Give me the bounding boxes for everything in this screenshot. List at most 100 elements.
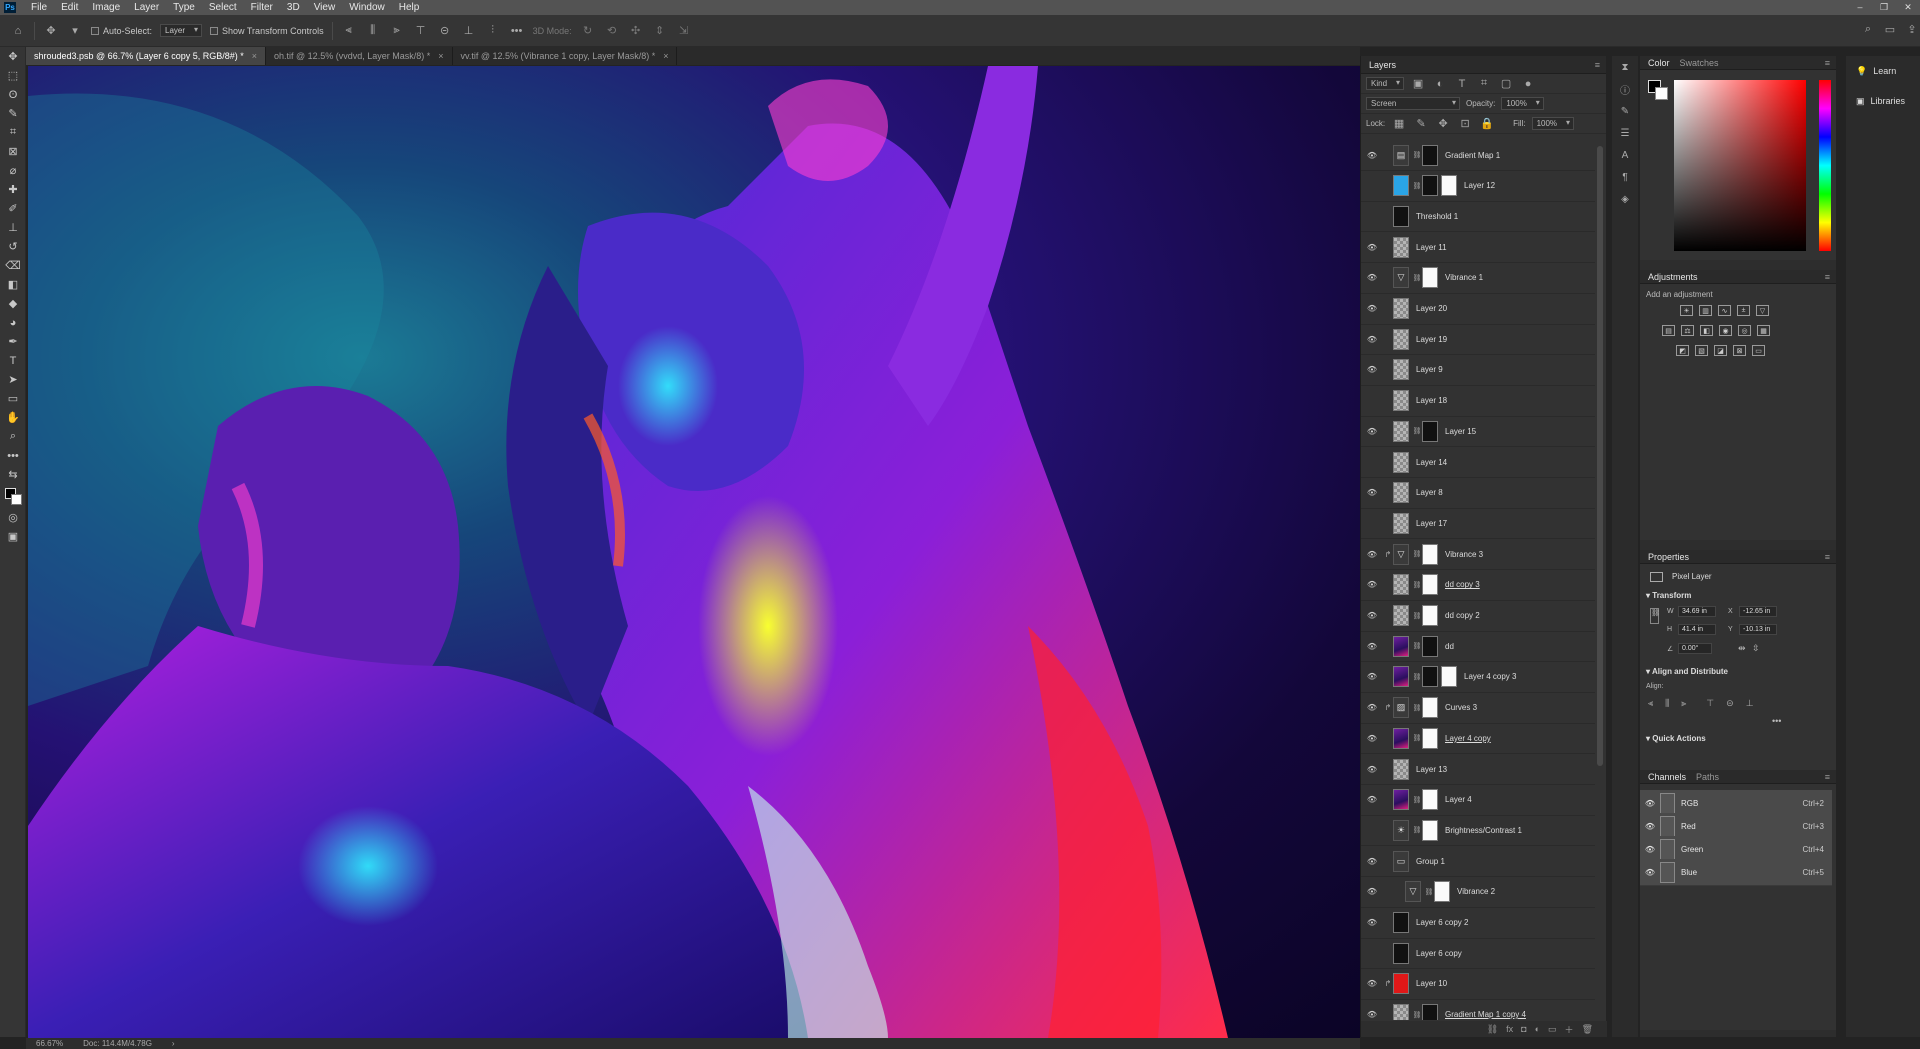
brightness-icon[interactable]: ☀ — [1680, 305, 1693, 316]
visibility-eye-icon[interactable]: 👁 — [1361, 918, 1383, 927]
layer-row[interactable]: 👁 Layer 11 — [1361, 232, 1595, 264]
fill-input[interactable]: 100% — [1531, 117, 1575, 130]
visibility-eye-icon[interactable]: 👁 — [1361, 365, 1383, 374]
adjustment-layer-icon[interactable]: ▽ — [1393, 267, 1409, 289]
flip-vertical-icon[interactable]: ⇳ — [1752, 643, 1760, 654]
hue-slider[interactable] — [1819, 80, 1831, 251]
layer-mask-thumbnail[interactable] — [1422, 789, 1438, 811]
layer-name[interactable]: Layer 11 — [1416, 243, 1447, 252]
y-input[interactable]: -10.13 in — [1739, 624, 1777, 635]
layer-mask-thumbnail[interactable] — [1422, 267, 1438, 289]
tab-layers[interactable]: Layers — [1369, 60, 1396, 70]
layer-name[interactable]: Layer 13 — [1416, 765, 1447, 774]
opacity-input[interactable]: 100% — [1501, 97, 1544, 110]
menu-filter[interactable]: Filter — [244, 2, 280, 13]
width-input[interactable]: 34.69 in — [1678, 606, 1716, 617]
visibility-eye-icon[interactable]: 👁 — [1361, 979, 1383, 988]
mask-link-icon[interactable]: ⛓ — [1412, 274, 1422, 282]
shape-tool-icon[interactable]: ▭ — [0, 389, 26, 408]
layer-thumbnail[interactable] — [1393, 1004, 1409, 1020]
layer-mask-thumbnail[interactable] — [1422, 144, 1438, 166]
align-top-icon[interactable]: ⊤ — [1706, 698, 1714, 709]
mask-link-icon[interactable]: ⛓ — [1412, 642, 1422, 650]
align-left-icon[interactable]: ⫷ — [341, 24, 357, 37]
auto-select-checkbox[interactable]: Auto-Select: — [91, 26, 152, 36]
roll-icon[interactable]: ⟲ — [604, 24, 620, 37]
layer-name[interactable]: Layer 9 — [1416, 365, 1443, 374]
layer-row[interactable]: 👁 ⛓ dd — [1361, 631, 1595, 663]
layer-row[interactable]: Layer 18 — [1361, 386, 1595, 417]
shape-filter-icon[interactable]: ⌗ — [1476, 77, 1492, 90]
share-icon[interactable]: ⇪ — [1904, 23, 1920, 36]
new-group-icon[interactable]: ▭ — [1548, 1024, 1557, 1035]
align-top-icon[interactable]: ⊤ — [413, 24, 429, 37]
chevron-right-icon[interactable]: › — [172, 1039, 175, 1048]
layer-name[interactable]: dd copy 3 — [1445, 580, 1480, 589]
folder-icon[interactable]: ▭ — [1393, 850, 1409, 872]
scrollbar[interactable] — [1597, 146, 1603, 766]
layer-row[interactable]: 👁 ⛓ Layer 4 copy 3 — [1361, 662, 1595, 693]
tab-swatches[interactable]: Swatches — [1680, 58, 1719, 68]
menu-file[interactable]: File — [24, 2, 54, 13]
panel-menu-icon[interactable]: ≡ — [1595, 60, 1600, 70]
layer-mask-thumbnail[interactable] — [1422, 543, 1438, 565]
layer-row[interactable]: 👁 ⛓ dd copy 3 — [1361, 570, 1595, 601]
layer-thumbnail[interactable] — [1393, 205, 1409, 227]
visibility-eye-icon[interactable]: 👁 — [1361, 857, 1383, 866]
layer-row[interactable]: 👁 Layer 8 — [1361, 478, 1595, 509]
layer-row[interactable]: Threshold 1 — [1361, 201, 1595, 233]
adjust-sliders-icon[interactable]: ☰ — [1612, 122, 1638, 144]
black-white-icon[interactable]: ◧ — [1700, 325, 1713, 336]
move-tool-icon[interactable]: ✥ — [0, 47, 26, 66]
marquee-tool-icon[interactable]: ⬚ — [0, 66, 26, 85]
layer-name[interactable]: Layer 20 — [1416, 304, 1447, 313]
mask-link-icon[interactable]: ⛓ — [1412, 581, 1422, 589]
link-icon[interactable]: ⛓ — [1650, 608, 1660, 624]
align-vcenter-icon[interactable]: ⊝ — [1726, 698, 1734, 709]
libraries-button[interactable]: ▣ Libraries — [1846, 86, 1920, 116]
mask-link-icon[interactable]: ⛓ — [1412, 734, 1422, 742]
transform-section-title[interactable]: ▾ Transform — [1646, 591, 1691, 600]
layer-row[interactable]: 👁 ↱ ▨ ⛓ Curves 3 — [1361, 693, 1595, 724]
height-input[interactable]: 41.4 in — [1678, 624, 1716, 635]
photo-filter-icon[interactable]: ◉ — [1719, 325, 1732, 336]
layer-name[interactable]: Layer 12 — [1464, 181, 1495, 190]
background-color-swatch[interactable] — [1655, 87, 1668, 100]
visibility-eye-icon[interactable]: 👁 — [1361, 887, 1383, 896]
invert-icon[interactable]: ◩ — [1676, 345, 1689, 356]
layer-thumbnail[interactable] — [1393, 512, 1409, 534]
3d-icon[interactable]: ◈ — [1612, 188, 1638, 210]
layer-name[interactable]: Layer 18 — [1416, 396, 1447, 405]
layer-thumbnail[interactable] — [1393, 390, 1409, 412]
mask-link-icon[interactable]: ⛓ — [1412, 673, 1422, 681]
visibility-eye-icon[interactable]: 👁 — [1361, 427, 1383, 436]
adjustment-filter-icon[interactable]: ◐ — [1432, 78, 1448, 90]
layer-name[interactable]: Brightness/Contrast 1 — [1445, 826, 1522, 835]
layer-row[interactable]: 👁 ↱ ▽ ⛓ Vibrance 3 — [1361, 539, 1595, 571]
vector-mask-thumbnail[interactable] — [1441, 175, 1457, 197]
menu-view[interactable]: View — [307, 2, 343, 13]
crop-tool-icon[interactable]: ⌗ — [0, 123, 26, 142]
menu-edit[interactable]: Edit — [54, 2, 85, 13]
pan-icon[interactable]: ✣ — [628, 24, 644, 37]
layer-name[interactable]: Vibrance 1 — [1445, 273, 1483, 282]
stamp-tool-icon[interactable]: ⊥ — [0, 218, 26, 237]
layer-mask-thumbnail[interactable] — [1422, 697, 1438, 719]
layer-thumbnail[interactable] — [1393, 175, 1409, 197]
color-lookup-icon[interactable]: ▦ — [1757, 325, 1770, 336]
align-right-icon[interactable]: ⫸ — [389, 24, 405, 37]
auto-select-dropdown[interactable]: Layer — [160, 24, 203, 37]
visibility-eye-icon[interactable]: 👁 — [1361, 335, 1383, 344]
layer-name[interactable]: Layer 14 — [1416, 458, 1447, 467]
quick-mask-icon[interactable]: ◎ — [0, 508, 26, 527]
layer-thumbnail[interactable] — [1393, 973, 1409, 995]
screen-mode-icon[interactable]: ▣ — [0, 527, 26, 546]
layer-row[interactable]: Layer 6 copy — [1361, 938, 1595, 970]
layer-name[interactable]: Layer 15 — [1445, 427, 1476, 436]
swap-colors-icon[interactable]: ⇆ — [0, 465, 26, 484]
layer-name[interactable]: Vibrance 3 — [1445, 550, 1483, 559]
panel-menu-icon[interactable]: ≡ — [1825, 272, 1830, 282]
mask-link-icon[interactable]: ⛓ — [1412, 612, 1422, 620]
learn-button[interactable]: 💡 Learn — [1846, 56, 1920, 86]
color-field[interactable] — [1674, 80, 1806, 251]
